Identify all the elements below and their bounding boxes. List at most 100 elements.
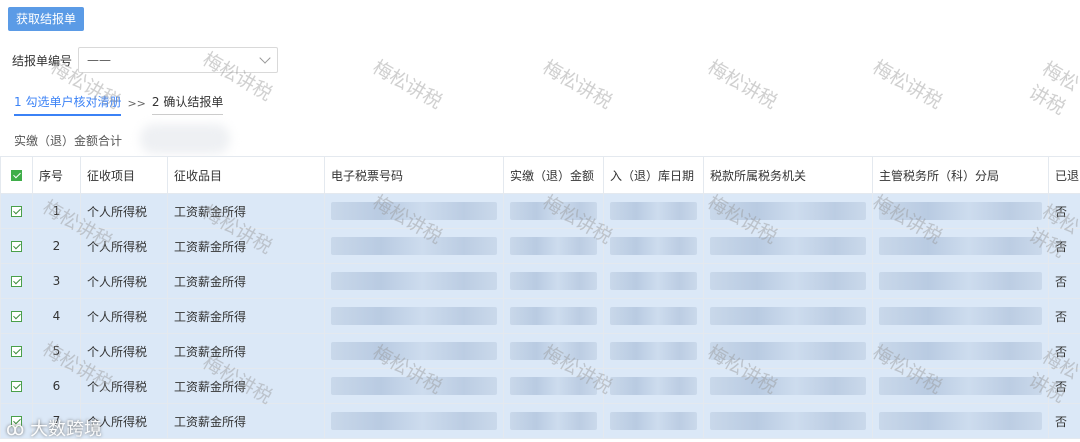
row-branch-redacted xyxy=(872,368,1049,404)
row-returned: 否 xyxy=(1048,403,1080,439)
table-row[interactable]: 4 个人所得税 工资薪金所得 否 xyxy=(0,298,1080,334)
brand-logo-icon: ꝏ xyxy=(6,419,31,440)
row-index: 5 xyxy=(32,333,81,369)
row-category: 工资薪金所得 xyxy=(167,403,325,439)
table-row[interactable]: 3 个人所得税 工资薪金所得 否 xyxy=(0,263,1080,299)
row-returned: 否 xyxy=(1048,228,1080,264)
row-branch-redacted xyxy=(872,193,1049,229)
row-returned: 否 xyxy=(1048,298,1080,334)
row-index: 3 xyxy=(32,263,81,299)
row-date-redacted xyxy=(603,193,704,229)
col-header-amount: 实缴（退）金额 xyxy=(503,156,604,194)
row-authority-redacted xyxy=(703,228,873,264)
row-item: 个人所得税 xyxy=(80,368,168,404)
row-amount-redacted xyxy=(503,298,604,334)
row-date-redacted xyxy=(603,368,704,404)
row-branch-redacted xyxy=(872,228,1049,264)
settlement-table: 序号 征收项目 征收品目 电子税票号码 实缴（退）金额 入（退）库日期 税款所属… xyxy=(0,156,1080,439)
row-category: 工资薪金所得 xyxy=(167,368,325,404)
row-returned: 否 xyxy=(1048,263,1080,299)
row-returned: 否 xyxy=(1048,368,1080,404)
table-row[interactable]: 5 个人所得税 工资薪金所得 否 xyxy=(0,333,1080,369)
total-amount-label: 实缴（退）金额合计 xyxy=(14,134,123,148)
row-amount-redacted xyxy=(503,193,604,229)
row-authority-redacted xyxy=(703,333,873,369)
row-ticket-redacted xyxy=(324,333,504,369)
row-index: 2 xyxy=(32,228,81,264)
row-date-redacted xyxy=(603,228,704,264)
row-amount-redacted xyxy=(503,228,604,264)
settlement-number-value: —— xyxy=(87,53,112,67)
row-authority-redacted xyxy=(703,193,873,229)
row-amount-redacted xyxy=(503,333,604,369)
col-header-tax-authority: 税款所属税务机关 xyxy=(703,156,873,194)
col-header-ticket-number: 电子税票号码 xyxy=(324,156,504,194)
settlement-number-row: 结报单编号 —— xyxy=(12,47,279,73)
checkbox-checked-icon xyxy=(11,311,22,322)
row-category: 工资薪金所得 xyxy=(167,298,325,334)
row-checkbox[interactable] xyxy=(0,228,33,264)
col-header-category: 征收品目 xyxy=(167,156,325,194)
row-ticket-redacted xyxy=(324,193,504,229)
row-index: 6 xyxy=(32,368,81,404)
settlement-number-select[interactable]: —— xyxy=(78,47,279,73)
row-authority-redacted xyxy=(703,298,873,334)
checkbox-checked-icon xyxy=(11,206,22,217)
brand-logo-text: 大数跨境 xyxy=(30,419,103,440)
checkbox-checked-icon xyxy=(11,381,22,392)
col-header-returned: 已退 xyxy=(1048,156,1080,194)
row-authority-redacted xyxy=(703,263,873,299)
row-checkbox[interactable] xyxy=(0,298,33,334)
row-item: 个人所得税 xyxy=(80,263,168,299)
row-item: 个人所得税 xyxy=(80,298,168,334)
row-amount-redacted xyxy=(503,263,604,299)
row-ticket-redacted xyxy=(324,263,504,299)
row-item: 个人所得税 xyxy=(80,228,168,264)
table-row[interactable]: 7 个人所得税 工资薪金所得 否 xyxy=(0,403,1080,439)
table-header-row: 序号 征收项目 征收品目 电子税票号码 实缴（退）金额 入（退）库日期 税款所属… xyxy=(0,156,1080,194)
step-2[interactable]: 2 确认结报单 xyxy=(151,93,224,115)
row-item: 个人所得税 xyxy=(80,193,168,229)
row-category: 工资薪金所得 xyxy=(167,193,325,229)
table-row[interactable]: 2 个人所得税 工资薪金所得 否 xyxy=(0,228,1080,264)
row-item: 个人所得税 xyxy=(80,333,168,369)
table-row[interactable]: 1 个人所得税 工资薪金所得 否 xyxy=(0,193,1080,229)
row-checkbox[interactable] xyxy=(0,193,33,229)
col-header-date: 入（退）库日期 xyxy=(603,156,704,194)
step-1[interactable]: 1 勾选单户核对清册 xyxy=(14,93,122,116)
row-branch-redacted xyxy=(872,298,1049,334)
fetch-settlement-button[interactable]: 获取结报单 xyxy=(8,7,85,31)
brand-logo: ꝏ 大数跨境 xyxy=(6,415,102,441)
row-returned: 否 xyxy=(1048,333,1080,369)
watermark: 梅松讲税 xyxy=(1025,57,1080,120)
watermark: 梅松讲税 xyxy=(368,56,446,114)
row-date-redacted xyxy=(603,403,704,439)
row-category: 工资薪金所得 xyxy=(167,263,325,299)
row-checkbox[interactable] xyxy=(0,333,33,369)
row-date-redacted xyxy=(603,333,704,369)
row-ticket-redacted xyxy=(324,228,504,264)
chevron-down-icon xyxy=(259,52,271,64)
row-branch-redacted xyxy=(872,403,1049,439)
row-index: 4 xyxy=(32,298,81,334)
row-ticket-redacted xyxy=(324,368,504,404)
step-separator: >> xyxy=(127,97,146,110)
total-amount-redacted xyxy=(140,124,230,154)
checkbox-checked-icon xyxy=(11,241,22,252)
watermark: 梅松讲税 xyxy=(703,56,781,114)
checkbox-checked-icon xyxy=(11,346,22,357)
row-date-redacted xyxy=(603,263,704,299)
settlement-number-label: 结报单编号 xyxy=(12,53,73,68)
row-authority-redacted xyxy=(703,368,873,404)
col-header-branch: 主管税务所（科）分局 xyxy=(872,156,1049,194)
row-ticket-redacted xyxy=(324,298,504,334)
row-checkbox[interactable] xyxy=(0,368,33,404)
row-date-redacted xyxy=(603,298,704,334)
row-amount-redacted xyxy=(503,368,604,404)
row-amount-redacted xyxy=(503,403,604,439)
select-all-checkbox[interactable] xyxy=(0,156,33,194)
watermark: 梅松讲税 xyxy=(538,56,616,114)
table-row[interactable]: 6 个人所得税 工资薪金所得 否 xyxy=(0,368,1080,404)
row-branch-redacted xyxy=(872,263,1049,299)
row-checkbox[interactable] xyxy=(0,263,33,299)
